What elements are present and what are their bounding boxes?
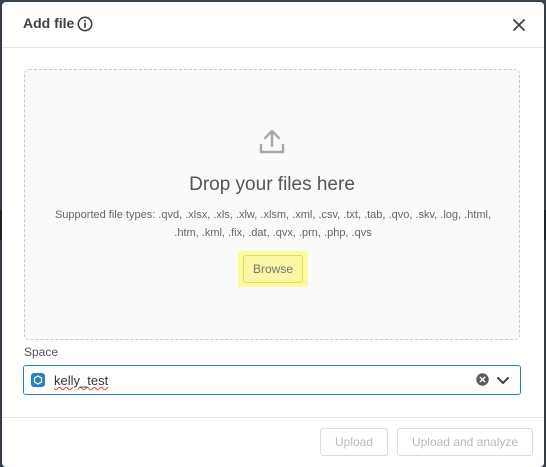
supported-types-line2: .htm, .kml, .fix, .dat, .qvx, .prn, .php…: [174, 227, 372, 239]
dialog-header: Add file: [2, 2, 544, 48]
space-value[interactable]: kelly_test: [54, 373, 108, 388]
close-icon[interactable]: [511, 17, 527, 33]
add-file-dialog: Add file Drop your files here Supported …: [2, 2, 544, 467]
file-dropzone[interactable]: Drop your files here Supported file type…: [24, 69, 520, 340]
clear-icon[interactable]: [476, 373, 489, 386]
space-label: Space: [24, 345, 59, 359]
supported-types-line1: Supported file types: .qvd, .xlsx, .xls,…: [54, 209, 492, 221]
space-icon: [31, 373, 45, 387]
upload-and-analyze-button[interactable]: Upload and analyze: [397, 428, 533, 456]
dialog-footer: Upload Upload and analyze: [2, 417, 544, 467]
space-select[interactable]: kelly_test: [23, 365, 521, 395]
upload-button[interactable]: Upload: [320, 428, 388, 456]
chevron-down-icon[interactable]: [496, 374, 510, 386]
upload-icon: [258, 128, 286, 156]
supported-types: Supported file types: .qvd, .xlsx, .xls,…: [43, 206, 503, 242]
info-icon[interactable]: [77, 16, 93, 32]
dialog-title: Add file: [23, 15, 75, 31]
drop-title: Drop your files here: [189, 174, 355, 195]
browse-button[interactable]: Browse: [243, 255, 303, 283]
